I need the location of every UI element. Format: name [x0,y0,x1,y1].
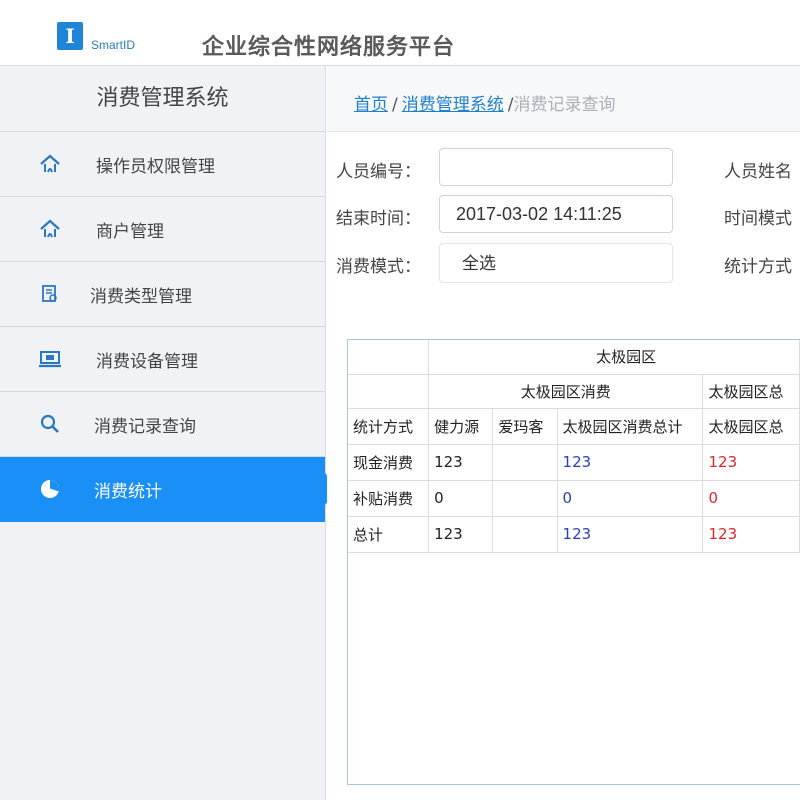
breadcrumb-separator: / [392,95,398,115]
sidebar-item-consume-statistics[interactable]: 消费统计 [0,457,339,522]
cell-total: 123 [702,516,800,553]
column-header: 健力源 [428,408,494,445]
breadcrumb-bar: 首页 / 消费管理系统/消费记录查询 [327,66,800,132]
cell-jianliyuan: 123 [428,516,494,553]
park-header: 太极园区 [428,340,800,375]
breadcrumb-home-link[interactable]: 首页 [354,95,388,115]
platform-title: 企业综合性网络服务平台 [202,34,456,60]
column-header: 太极园区总 [702,408,800,445]
sidebar-item-label: 商户管理 [96,221,164,242]
stat-method-label: 统计方式 [724,257,792,277]
app-header: I SmartID 企业综合性网络服务平台 [0,0,800,66]
time-mode-label: 时间模式 [724,209,792,229]
main-content: 首页 / 消费管理系统/消费记录查询 人员编号： 人员姓名 结束时间： 2017-0… [327,66,800,800]
table-corner-cell [348,374,430,409]
column-header: 太极园区消费总计 [557,408,704,445]
pie-chart-icon [38,477,62,501]
cell-jianliyuan: 123 [428,444,494,481]
end-time-input[interactable]: 2017-03-02 14:11:25 [439,195,673,233]
cell-total: 0 [702,480,800,517]
person-id-label: 人员编号： [336,162,421,182]
search-icon [38,412,62,436]
breadcrumb-section-link[interactable]: 消费管理系统 [402,95,504,115]
cell-subtotal: 123 [557,444,704,481]
logo-text: SmartID [91,38,136,52]
table-row: 补贴消费 0 0 0 [348,480,800,517]
sidebar-item-label: 消费统计 [94,482,162,502]
statistics-table: 太极园区 太极园区消费 太极园区总 统计方式 健力源 爱玛客 太极园区消费总计 … [347,339,800,785]
sidebar-item-label: 消费设备管理 [96,351,198,372]
sidebar-item-label: 消费类型管理 [90,286,192,307]
column-header: 统计方式 [348,408,430,445]
document-icon [38,282,62,306]
home-icon [38,217,62,241]
breadcrumb: 首页 / 消费管理系统/消费记录查询 [354,90,615,115]
cell-jianliyuan: 0 [428,480,494,517]
sidebar-item-merchants[interactable]: 商户管理 [0,197,325,262]
row-method: 现金消费 [348,444,430,481]
cell-total: 123 [702,444,800,481]
person-id-input[interactable] [439,148,673,186]
sidebar-item-consume-records[interactable]: 消费记录查询 [0,392,325,457]
person-name-label: 人员姓名 [724,162,792,182]
cell-aimake [492,480,558,517]
sidebar-item-label: 操作员权限管理 [96,156,215,177]
cell-subtotal: 0 [557,480,704,517]
consume-mode-select[interactable]: 全选 [439,243,673,283]
sidebar-item-label: 消费记录查询 [94,416,196,437]
sidebar-item-consume-devices[interactable]: 消费设备管理 [0,327,325,392]
consume-mode-label: 消费模式： [336,257,421,277]
table-row: 总计 123 123 123 [348,516,800,553]
cell-aimake [492,516,558,553]
sidebar-title: 消费管理系统 [0,66,325,132]
monitor-icon [38,347,62,371]
table-row: 现金消费 123 123 123 [348,444,800,481]
home-icon [38,152,62,176]
group-header-park-total: 太极园区总 [702,374,800,409]
row-method: 补贴消费 [348,480,430,517]
sidebar-item-operator-permissions[interactable]: 操作员权限管理 [0,132,325,197]
cell-subtotal: 123 [557,516,704,553]
column-header: 爱玛客 [492,408,558,445]
row-method: 总计 [348,516,430,553]
cell-aimake [492,444,558,481]
smartid-logo-icon: I [57,22,83,50]
end-time-label: 结束时间： [336,209,421,229]
sidebar-item-consume-types[interactable]: 消费类型管理 [0,262,325,327]
table-corner-cell [348,340,430,375]
breadcrumb-current: 消费记录查询 [513,95,616,115]
sidebar: 消费管理系统 操作员权限管理 商户管理 消费类型管理 消费设备管理 消费记录查询 [0,66,339,800]
group-header-park-consume: 太极园区消费 [428,374,704,409]
